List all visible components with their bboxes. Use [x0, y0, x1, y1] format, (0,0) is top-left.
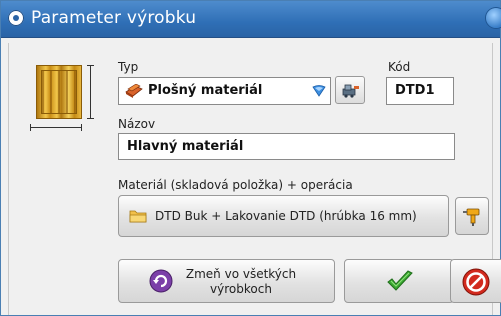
code-field[interactable]: DTD1 [386, 77, 454, 105]
change-all-label: Zmeň vo všetkých výrobkoch [185, 267, 297, 297]
board-graphic [36, 65, 82, 119]
folder-icon [129, 210, 147, 223]
material-value: DTD Buk + Lakovanie DTD (hrúbka 16 mm) [155, 209, 417, 223]
change-all-line1: Zmeň vo všetkých [185, 267, 297, 281]
type-picker-button[interactable] [335, 76, 365, 104]
change-all-line2: výrobkoch [210, 282, 272, 296]
width-dimension-icon [30, 124, 82, 131]
type-label: Typ [118, 60, 139, 74]
change-all-products-button[interactable]: Zmeň vo všetkých výrobkoch [118, 259, 335, 303]
machine-icon [342, 84, 359, 98]
type-value: Plošný materiál [148, 83, 263, 98]
material-label: Materiál (skladová položka) + operácia [118, 178, 353, 192]
no-entry-icon [462, 268, 490, 296]
window-title: Parameter výrobku [31, 8, 197, 28]
name-label: Názov [118, 117, 156, 131]
operation-tool-button[interactable] [455, 197, 489, 235]
checkmark-icon [387, 270, 413, 291]
plank-material-icon [125, 84, 143, 98]
ok-button[interactable] [344, 259, 454, 303]
refresh-arrow-icon [149, 269, 173, 293]
title-bar: Parameter výrobku [1, 1, 501, 38]
close-icon[interactable] [486, 8, 501, 28]
height-dimension-icon [87, 65, 94, 119]
name-field[interactable]: Hlavný materiál [118, 133, 455, 160]
type-select[interactable]: Plošný materiál [118, 77, 331, 105]
cancel-button[interactable] [450, 259, 501, 303]
wood-board-icon [30, 65, 112, 135]
parameter-dialog: Parameter výrobku Typ Plošný materiál Kó… [0, 0, 501, 316]
code-label: Kód [388, 60, 411, 74]
material-select-button[interactable]: DTD Buk + Lakovanie DTD (hrúbka 16 mm) [118, 195, 449, 237]
drill-icon [463, 208, 480, 226]
app-icon [8, 10, 24, 26]
chevron-down-icon[interactable] [312, 85, 326, 97]
